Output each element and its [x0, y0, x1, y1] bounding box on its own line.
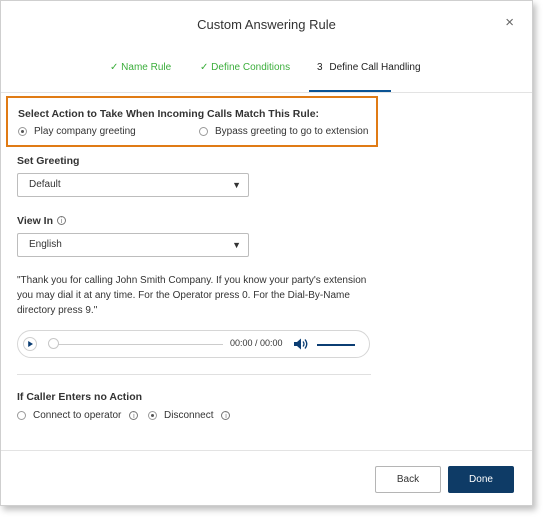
back-button[interactable]: Back	[375, 466, 441, 493]
chevron-down-icon: ▼	[232, 240, 241, 250]
step-label: Define Conditions	[211, 62, 291, 73]
section-divider	[17, 374, 371, 375]
radio-label: Play company greeting	[34, 126, 136, 137]
no-action-label: If Caller Enters no Action	[17, 391, 143, 403]
step-number: 3	[317, 62, 323, 73]
radio-button[interactable]	[18, 127, 27, 136]
greeting-select-value: Default	[29, 179, 61, 190]
step-name-rule[interactable]: ✓ Name Rule	[110, 62, 171, 73]
progress-track[interactable]	[51, 344, 223, 345]
view-in-select[interactable]: English ▼	[17, 233, 249, 257]
greeting-select[interactable]: Default ▼	[17, 173, 249, 197]
info-icon[interactable]: i	[57, 216, 66, 225]
radio-label: Bypass greeting to go to extension	[215, 126, 369, 137]
check-icon: ✓	[110, 62, 119, 73]
radio-disconnect[interactable]: Disconnect i	[148, 410, 231, 421]
steps-divider	[1, 92, 532, 93]
greeting-text: "Thank you for calling John Smith Compan…	[17, 275, 367, 316]
audio-player: 00:00 / 00:00	[17, 330, 370, 358]
progress-thumb[interactable]	[48, 338, 59, 349]
done-button[interactable]: Done	[448, 466, 514, 493]
view-in-select-value: English	[29, 239, 62, 250]
step-label: Define Call Handling	[329, 62, 421, 73]
close-icon[interactable]: ×	[505, 14, 514, 31]
radio-label: Connect to operator	[33, 410, 122, 421]
step-define-call-handling[interactable]: 3 Define Call Handling	[317, 62, 421, 73]
chevron-down-icon: ▼	[232, 180, 241, 190]
check-icon: ✓	[200, 62, 209, 73]
playback-time: 00:00 / 00:00	[230, 338, 283, 348]
radio-connect-to-operator[interactable]: Connect to operator i	[17, 410, 139, 421]
step-label: Name Rule	[121, 62, 172, 73]
action-highlight-box	[6, 96, 378, 147]
info-icon[interactable]: i	[221, 411, 231, 420]
radio-label: Disconnect	[164, 410, 214, 421]
view-in-text: View In	[17, 215, 53, 227]
radio-button[interactable]	[148, 411, 157, 420]
dialog-title: Custom Answering Rule	[197, 17, 336, 32]
view-in-label: View In i	[17, 215, 66, 227]
footer-divider	[1, 450, 532, 451]
info-icon[interactable]: i	[129, 411, 139, 420]
answering-rule-dialog: Custom Answering Rule × ✓ Name Rule ✓ De…	[0, 0, 533, 506]
volume-slider[interactable]	[317, 344, 355, 346]
play-icon[interactable]	[23, 337, 37, 351]
radio-button[interactable]	[17, 411, 26, 420]
action-heading: Select Action to Take When Incoming Call…	[18, 108, 320, 120]
radio-bypass-greeting[interactable]: Bypass greeting to go to extension	[199, 126, 368, 137]
volume-icon[interactable]	[293, 337, 309, 351]
radio-play-company-greeting[interactable]: Play company greeting	[18, 126, 136, 137]
step-tabs: ✓ Name Rule ✓ Define Conditions 3 Define…	[1, 62, 532, 92]
step-define-conditions[interactable]: ✓ Define Conditions	[200, 62, 290, 73]
set-greeting-label: Set Greeting	[17, 155, 80, 167]
radio-button[interactable]	[199, 127, 208, 136]
